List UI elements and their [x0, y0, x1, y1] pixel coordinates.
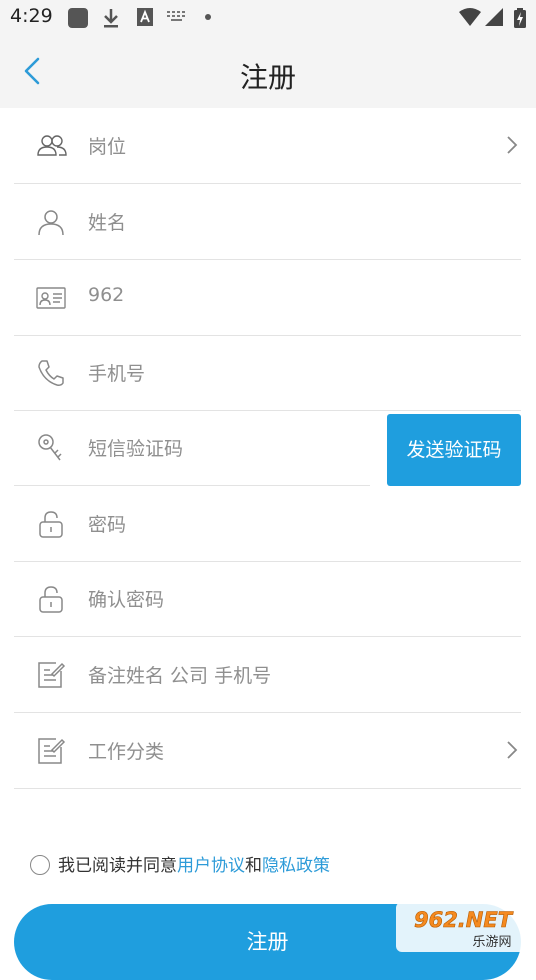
- dot-icon: [205, 14, 211, 20]
- form-row-work-category[interactable]: 工作分类: [14, 713, 521, 789]
- form-row-name[interactable]: 姓名: [14, 184, 521, 260]
- form-row-password[interactable]: 密码: [14, 486, 521, 562]
- app-square-icon: [68, 8, 88, 28]
- battery-icon: [514, 8, 526, 28]
- key-icon: [38, 434, 62, 461]
- edit-note-icon: [38, 662, 66, 688]
- lock-icon: [39, 586, 63, 613]
- agree-radio-button[interactable]: [30, 855, 50, 875]
- keyboard-icon: [167, 11, 185, 21]
- chevron-right-icon: [507, 136, 518, 154]
- form-row-confirm-password[interactable]: 确认密码: [14, 561, 521, 637]
- agreement-text: 我已阅读并同意用户协议和隐私政策: [58, 854, 330, 878]
- id-input-value: 962: [88, 284, 125, 306]
- agreement-prefix: 我已阅读并同意: [58, 856, 177, 876]
- form-row-id[interactable]: 962: [14, 260, 521, 336]
- page-title: 注册: [239, 61, 296, 94]
- wifi-icon: [459, 8, 481, 26]
- confirm-password-input-placeholder: 确认密码: [88, 589, 165, 611]
- form-row-remark[interactable]: 备注姓名 公司 手机号: [14, 637, 521, 713]
- phone-icon: [38, 360, 64, 386]
- app-header: 注册: [0, 34, 536, 108]
- phone-input-placeholder: 手机号: [88, 363, 146, 385]
- agreement-conjunction: 和: [245, 856, 262, 876]
- a-box-icon: [137, 8, 153, 26]
- form-row-sms-code[interactable]: 短信验证码: [14, 410, 370, 486]
- send-code-button[interactable]: 发送验证码: [387, 414, 521, 486]
- position-label: 岗位: [88, 136, 127, 158]
- edit-note-icon: [38, 738, 66, 764]
- status-time: 4:29: [10, 5, 53, 27]
- user-agreement-link[interactable]: 用户协议: [177, 856, 245, 876]
- lock-icon: [39, 511, 63, 538]
- form-row-phone[interactable]: 手机号: [14, 335, 521, 411]
- status-bar: 4:29: [0, 0, 536, 34]
- work-category-label: 工作分类: [88, 741, 165, 763]
- signal-icon: [485, 8, 503, 26]
- watermark-main: 962.NET: [414, 908, 514, 932]
- user-icon: [38, 210, 64, 236]
- chevron-right-icon: [507, 741, 518, 759]
- form-row-position[interactable]: 岗位: [14, 108, 521, 184]
- privacy-policy-link[interactable]: 隐私政策: [262, 856, 330, 876]
- users-icon: [37, 135, 67, 156]
- remark-input-placeholder: 备注姓名 公司 手机号: [88, 665, 272, 687]
- watermark-sub: 乐游网: [472, 935, 511, 950]
- password-input-placeholder: 密码: [88, 514, 127, 536]
- download-icon: [104, 9, 118, 28]
- sms-code-input-placeholder: 短信验证码: [88, 438, 184, 460]
- name-input-placeholder: 姓名: [88, 212, 127, 234]
- id-card-icon: [36, 287, 66, 309]
- watermark-logo: 962.NET 乐游网: [396, 902, 530, 952]
